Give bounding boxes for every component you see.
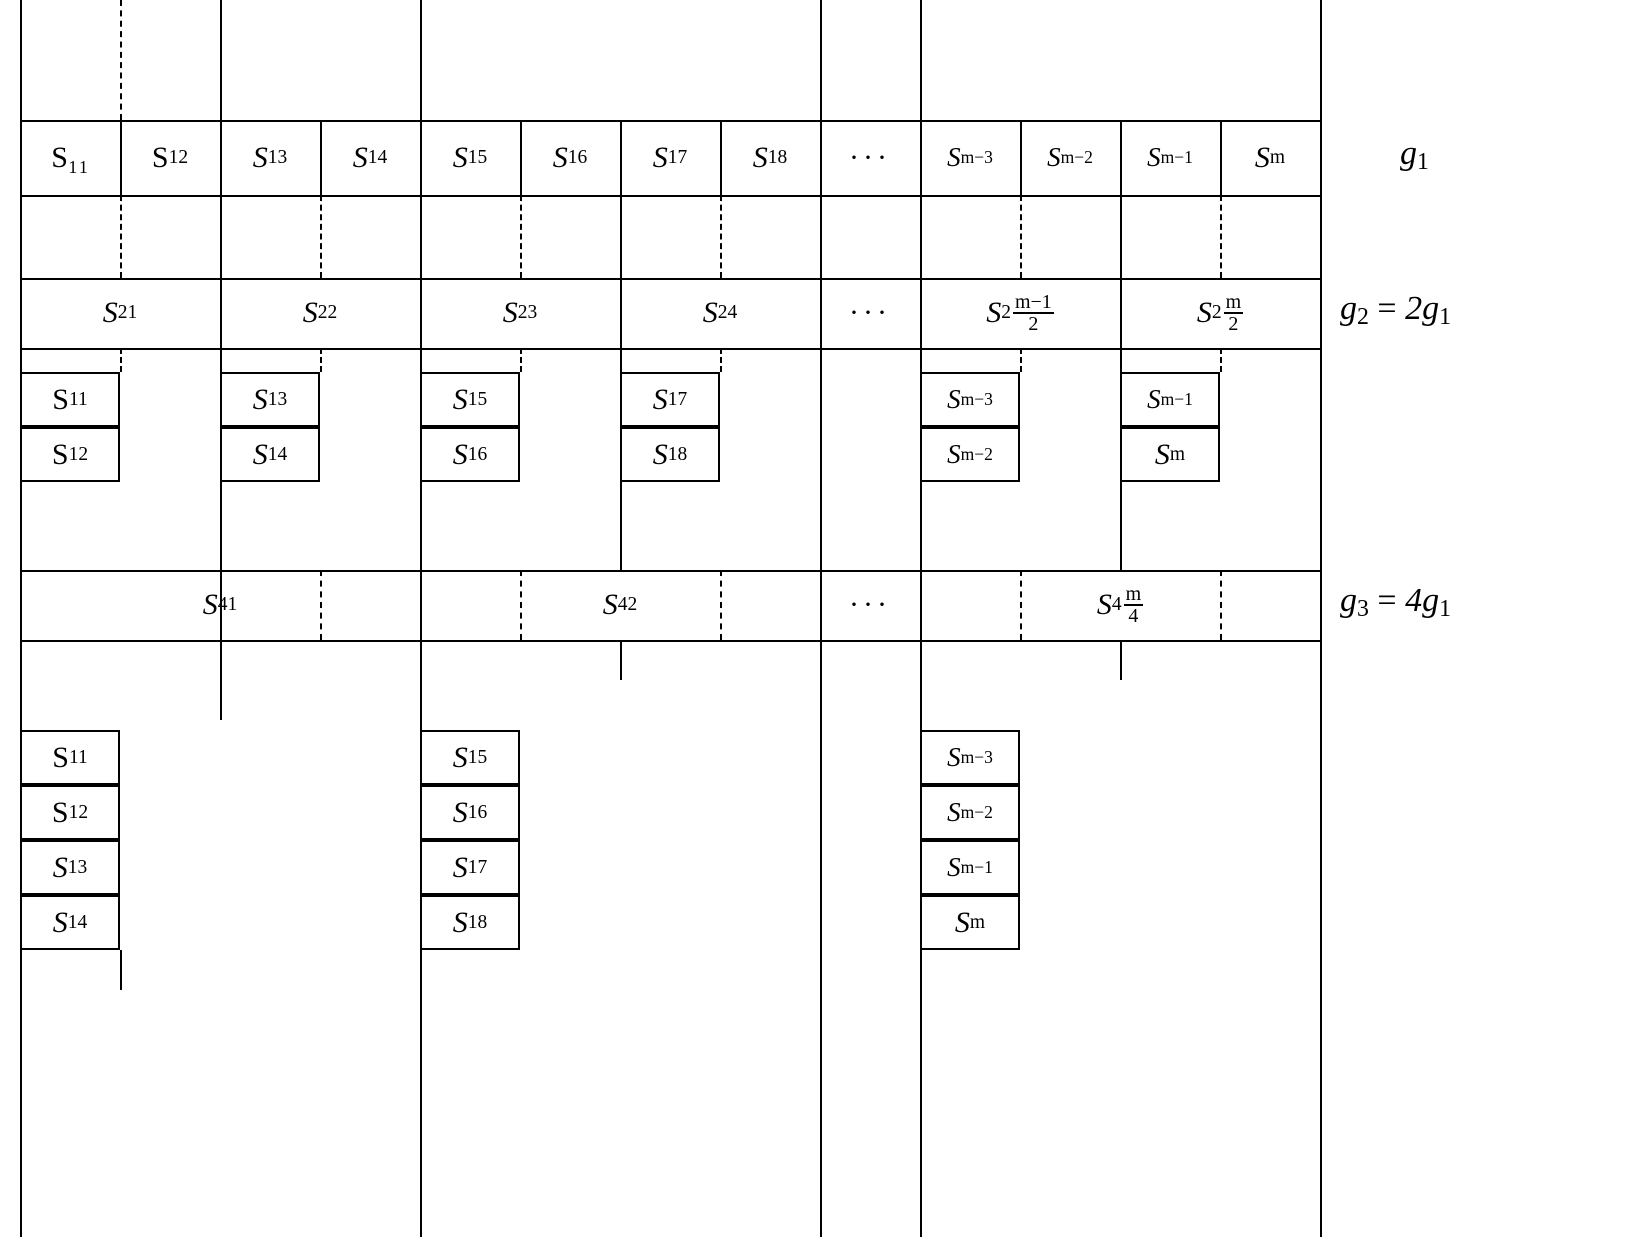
stack2-1-1: S14: [220, 427, 320, 482]
s11: S₁₁: [20, 120, 120, 195]
s4m4: S4m4: [920, 570, 1320, 640]
vdash-1b: [120, 195, 122, 278]
s14: S14: [320, 120, 420, 195]
s42: S42: [420, 570, 820, 640]
vdash-1a: [120, 0, 122, 120]
vdash-12a: [1220, 195, 1222, 278]
stack2-1-0: S13: [220, 372, 320, 427]
stack3-0-3: S14: [20, 895, 120, 950]
s41: S41: [20, 570, 420, 640]
vdash-7a: [720, 195, 722, 278]
vline-6b: [620, 640, 622, 680]
s2m2: S2m2: [1120, 278, 1320, 348]
s1m2: Sm−2: [1020, 120, 1120, 195]
row1-bot: [20, 195, 1320, 197]
stack3-0-1: S12: [20, 785, 120, 840]
s17: S17: [620, 120, 720, 195]
stack2-0-0: S11: [20, 372, 120, 427]
vdash-12b: [1220, 348, 1222, 372]
s22: S22: [220, 278, 420, 348]
stack2-4-1: Sm−2: [920, 427, 1020, 482]
s21: S21: [20, 278, 220, 348]
vdash-1c: [120, 348, 122, 372]
stack3-1-1: S16: [420, 785, 520, 840]
stack2-5-0: Sm−1: [1120, 372, 1220, 427]
stack3-2-3: Sm: [920, 895, 1020, 950]
grouping-diagram: S₁₁ S12 S13 S14 S15 S16 S17 S18 ··· Sm−3…: [20, 0, 1470, 1237]
stack2-2-0: S15: [420, 372, 520, 427]
vdash-7b: [720, 348, 722, 372]
stack3-2-1: Sm−2: [920, 785, 1020, 840]
s12: S12: [120, 120, 220, 195]
row1-dots: ···: [820, 120, 920, 195]
g2-label: g2 = 2g1: [1340, 290, 1451, 331]
g1-label: g1: [1400, 135, 1429, 176]
s18: S18: [720, 120, 820, 195]
vline-2c: [220, 640, 222, 720]
stack3-0-0: S11: [20, 730, 120, 785]
stack2-4-0: Sm−3: [920, 372, 1020, 427]
vline-13: [1320, 0, 1322, 1237]
s1m1: Sm−1: [1120, 120, 1220, 195]
s23: S23: [420, 278, 620, 348]
stack3-0-2: S13: [20, 840, 120, 895]
s2m12: S2m−12: [920, 278, 1120, 348]
stack3-2-0: Sm−3: [920, 730, 1020, 785]
stack2-5-1: Sm: [1120, 427, 1220, 482]
s15: S15: [420, 120, 520, 195]
row2-dots: ···: [820, 278, 920, 348]
vdash-3b: [320, 348, 322, 372]
vdash-5b: [520, 348, 522, 372]
tail-0: [120, 950, 122, 990]
s16: S16: [520, 120, 620, 195]
g3-label: g3 = 4g1: [1340, 582, 1451, 623]
row3-dots: ···: [820, 570, 920, 640]
row3-bot: [20, 640, 1320, 642]
s1m: Sm: [1220, 120, 1320, 195]
vdash-10b: [1020, 348, 1022, 372]
stack3-2-2: Sm−1: [920, 840, 1020, 895]
stack3-1-3: S18: [420, 895, 520, 950]
vdash-10a: [1020, 195, 1022, 278]
stack2-0-1: S12: [20, 427, 120, 482]
vdash-3a: [320, 195, 322, 278]
stack2-3-0: S17: [620, 372, 720, 427]
s24: S24: [620, 278, 820, 348]
vline-11b: [1120, 640, 1122, 680]
vline-2: [220, 0, 222, 120]
s13: S13: [220, 120, 320, 195]
stack3-1-2: S17: [420, 840, 520, 895]
stack2-2-1: S16: [420, 427, 520, 482]
stack3-1-0: S15: [420, 730, 520, 785]
row2-bot: [20, 348, 1320, 350]
s1m3: Sm−3: [920, 120, 1020, 195]
stack2-3-1: S18: [620, 427, 720, 482]
vdash-5a: [520, 195, 522, 278]
